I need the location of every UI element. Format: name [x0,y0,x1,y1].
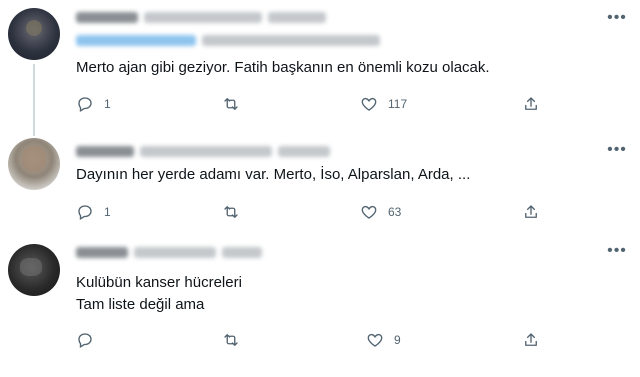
reply-button[interactable] [76,330,104,350]
like-count: 117 [388,97,408,111]
reply-count: 1 [104,97,111,111]
like-count: 9 [394,333,401,347]
tweet-text: Dayının her yerde adamı var. Merto, İso,… [76,166,471,183]
avatar[interactable] [8,8,60,60]
tweet-text: Merto ajan gibi geziyor. Fatih başkanın … [76,59,490,76]
like-icon [361,97,377,111]
share-button[interactable] [522,202,540,222]
reply-count: 1 [104,205,111,219]
avatar[interactable] [8,138,60,190]
retweet-icon [224,98,238,110]
retweet-button[interactable] [222,202,250,222]
reply-icon [78,333,92,348]
tweet-1[interactable]: ••• Merto ajan gibi geziyor. Fatih başka… [0,0,640,128]
like-icon [367,333,383,347]
tweet-text-line-1: Kulübün kanser hücreleri [76,274,242,291]
tweet-text-line-2: Tam liste değil ama [76,296,205,313]
share-button[interactable] [522,94,540,114]
like-button[interactable]: 9 [366,330,401,350]
reply-button[interactable]: 1 [76,94,111,114]
tweet-3[interactable]: ••• Kulübün kanser hücreleri Tam liste d… [0,232,640,377]
like-count: 63 [388,205,402,219]
reply-icon [78,97,92,112]
tweet-actions: 1 63 [76,202,556,222]
tweet-actions: 1 117 [76,94,556,114]
retweet-icon [224,206,238,218]
retweet-button[interactable] [222,94,250,114]
like-button[interactable]: 117 [360,94,407,114]
reply-icon [78,205,92,220]
retweet-icon [224,334,238,346]
tweet-header-blurred [76,244,262,260]
more-icon[interactable]: ••• [607,242,626,260]
share-icon [525,97,537,110]
more-icon[interactable]: ••• [607,141,626,159]
reply-button[interactable]: 1 [76,202,111,222]
tweet-2[interactable]: ••• Dayının her yerde adamı var. Merto, … [0,128,640,232]
tweet-header-blurred [76,143,330,159]
like-icon [361,205,377,219]
share-icon [525,205,537,218]
reply-to-blurred [76,32,380,48]
share-button[interactable] [522,330,540,350]
retweet-button[interactable] [222,330,250,350]
tweet-header-blurred [76,9,326,25]
like-button[interactable]: 63 [360,202,401,222]
tweet-actions: 9 [76,330,556,350]
share-icon [525,333,537,346]
more-icon[interactable]: ••• [607,9,626,27]
avatar[interactable] [8,244,60,296]
